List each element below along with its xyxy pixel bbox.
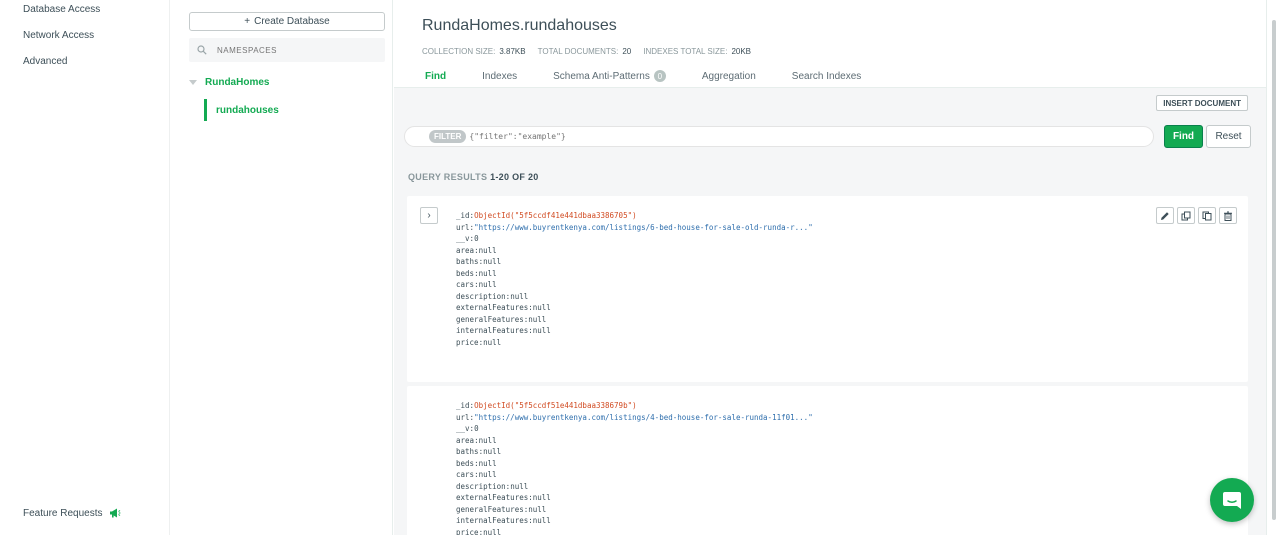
nav-network-access[interactable]: Network Access bbox=[23, 30, 94, 41]
page-title: RundaHomes.rundahouses bbox=[422, 17, 617, 34]
field-row: area:null bbox=[456, 245, 497, 255]
field-row: area:null bbox=[456, 435, 497, 445]
copy-document-button[interactable] bbox=[1177, 207, 1195, 224]
field-row: description:null bbox=[456, 481, 529, 491]
plus-icon: + bbox=[244, 16, 251, 27]
field-row: externalFeatures:null bbox=[456, 493, 551, 502]
feature-requests-label: Feature Requests bbox=[23, 507, 103, 519]
nav-database-access[interactable]: Database Access bbox=[23, 4, 100, 15]
tab-find[interactable]: Find bbox=[425, 70, 446, 82]
document-card: _id:ObjectId("5f5ccdf51e441dbaa338679b")… bbox=[407, 386, 1248, 535]
tab-aggregation[interactable]: Aggregation bbox=[702, 70, 756, 82]
namespace-search bbox=[189, 38, 385, 62]
query-results-label: QUERY RESULTS 1-20 OF 20 bbox=[408, 172, 539, 182]
field-row: __v:0 bbox=[456, 424, 479, 433]
field-row: price:null bbox=[456, 527, 502, 535]
nav-advanced[interactable]: Advanced bbox=[23, 56, 67, 67]
collection-item-rundahouses[interactable]: rundahouses bbox=[204, 99, 279, 121]
field-row: generalFeatures:null bbox=[456, 314, 547, 324]
trash-icon bbox=[1224, 211, 1232, 221]
left-nav: Database Access Network Access Advanced … bbox=[0, 0, 170, 535]
field-row: url:"https://www.buyrentkenya.com/listin… bbox=[456, 412, 813, 422]
document-actions bbox=[1156, 207, 1237, 224]
field-row: _id:ObjectId("5f5ccdf41e441dbaa3386705") bbox=[456, 211, 637, 220]
collection-tabs: Find Indexes Schema Anti-Patterns 0 Aggr… bbox=[425, 70, 897, 82]
stat-total-documents: TOTAL DOCUMENTS: 20 bbox=[537, 47, 632, 56]
stat-indexes-size: INDEXES TOTAL SIZE: 20KB bbox=[643, 47, 752, 56]
field-row: cars:null bbox=[456, 470, 497, 479]
document-fields: _id:ObjectId("5f5ccdf51e441dbaa338679b")… bbox=[456, 400, 813, 535]
field-row: generalFeatures:null bbox=[456, 504, 547, 514]
chevron-right-icon: › bbox=[427, 210, 431, 221]
results-range: 1-20 OF 20 bbox=[490, 172, 539, 182]
field-row: price:null bbox=[456, 337, 502, 347]
reset-button[interactable]: Reset bbox=[1206, 125, 1251, 148]
field-row: baths:null bbox=[456, 257, 502, 266]
megaphone-icon bbox=[109, 508, 120, 518]
filter-pill: FILTER bbox=[429, 130, 467, 143]
database-tree: + Create Database RundaHomes rundahouses bbox=[171, 0, 393, 535]
copy-icon bbox=[1181, 211, 1191, 220]
database-name: RundaHomes bbox=[205, 77, 270, 88]
filter-input[interactable] bbox=[469, 132, 870, 141]
document-fields: _id:ObjectId("5f5ccdf41e441dbaa3386705")… bbox=[456, 210, 813, 348]
field-row: internalFeatures:null bbox=[456, 326, 551, 335]
filter-bar: FILTER bbox=[404, 126, 1154, 147]
field-row: cars:null bbox=[456, 280, 497, 289]
delete-document-button[interactable] bbox=[1219, 207, 1237, 224]
field-row: url:"https://www.buyrentkenya.com/listin… bbox=[456, 222, 813, 232]
caret-down-icon bbox=[189, 80, 197, 85]
scrollbar[interactable] bbox=[1266, 0, 1280, 535]
tab-indexes[interactable]: Indexes bbox=[482, 70, 517, 82]
create-database-button[interactable]: + Create Database bbox=[189, 12, 385, 31]
search-icon bbox=[197, 45, 207, 55]
collection-stats: COLLECTION SIZE: 3.87KB TOTAL DOCUMENTS: 2… bbox=[422, 47, 751, 56]
collection-header: RundaHomes.rundahouses COLLECTION SIZE: 3… bbox=[394, 0, 1266, 88]
tab-search-indexes[interactable]: Search Indexes bbox=[792, 70, 862, 82]
expand-document-button[interactable]: › bbox=[420, 207, 438, 224]
find-button[interactable]: Find bbox=[1164, 125, 1203, 148]
stat-collection-size: COLLECTION SIZE: 3.87KB bbox=[422, 47, 526, 56]
field-row: externalFeatures:null bbox=[456, 303, 551, 312]
tab-schema-anti-patterns[interactable]: Schema Anti-Patterns 0 bbox=[553, 70, 666, 82]
field-row: internalFeatures:null bbox=[456, 516, 551, 525]
main-panel: RundaHomes.rundahouses COLLECTION SIZE: 3… bbox=[394, 0, 1266, 535]
field-row: __v:0 bbox=[456, 234, 479, 243]
field-row: beds:null bbox=[456, 458, 497, 468]
namespace-search-input[interactable] bbox=[217, 45, 367, 55]
clone-icon bbox=[1202, 211, 1212, 220]
field-row: baths:null bbox=[456, 447, 502, 456]
pencil-icon bbox=[1161, 211, 1169, 220]
chat-support-button[interactable] bbox=[1210, 478, 1254, 522]
feature-requests-link[interactable]: Feature Requests bbox=[23, 507, 121, 519]
clone-document-button[interactable] bbox=[1198, 207, 1216, 224]
chat-icon bbox=[1223, 492, 1241, 509]
edit-document-button[interactable] bbox=[1156, 207, 1174, 224]
count-badge: 0 bbox=[653, 70, 666, 82]
scrollbar-thumb[interactable] bbox=[1272, 20, 1276, 520]
create-database-label: Create Database bbox=[254, 16, 330, 27]
database-item-rundahomes[interactable]: RundaHomes bbox=[189, 77, 269, 88]
field-row: beds:null bbox=[456, 268, 497, 278]
document-card: › _id:ObjectId("5f5ccdf41e441dbaa3386705… bbox=[407, 196, 1248, 382]
field-row: _id:ObjectId("5f5ccdf51e441dbaa338679b") bbox=[456, 401, 637, 410]
insert-document-button[interactable]: INSERT DOCUMENT bbox=[1156, 95, 1248, 111]
tab-schema-label: Schema Anti-Patterns bbox=[553, 70, 650, 82]
field-row: description:null bbox=[456, 291, 529, 301]
